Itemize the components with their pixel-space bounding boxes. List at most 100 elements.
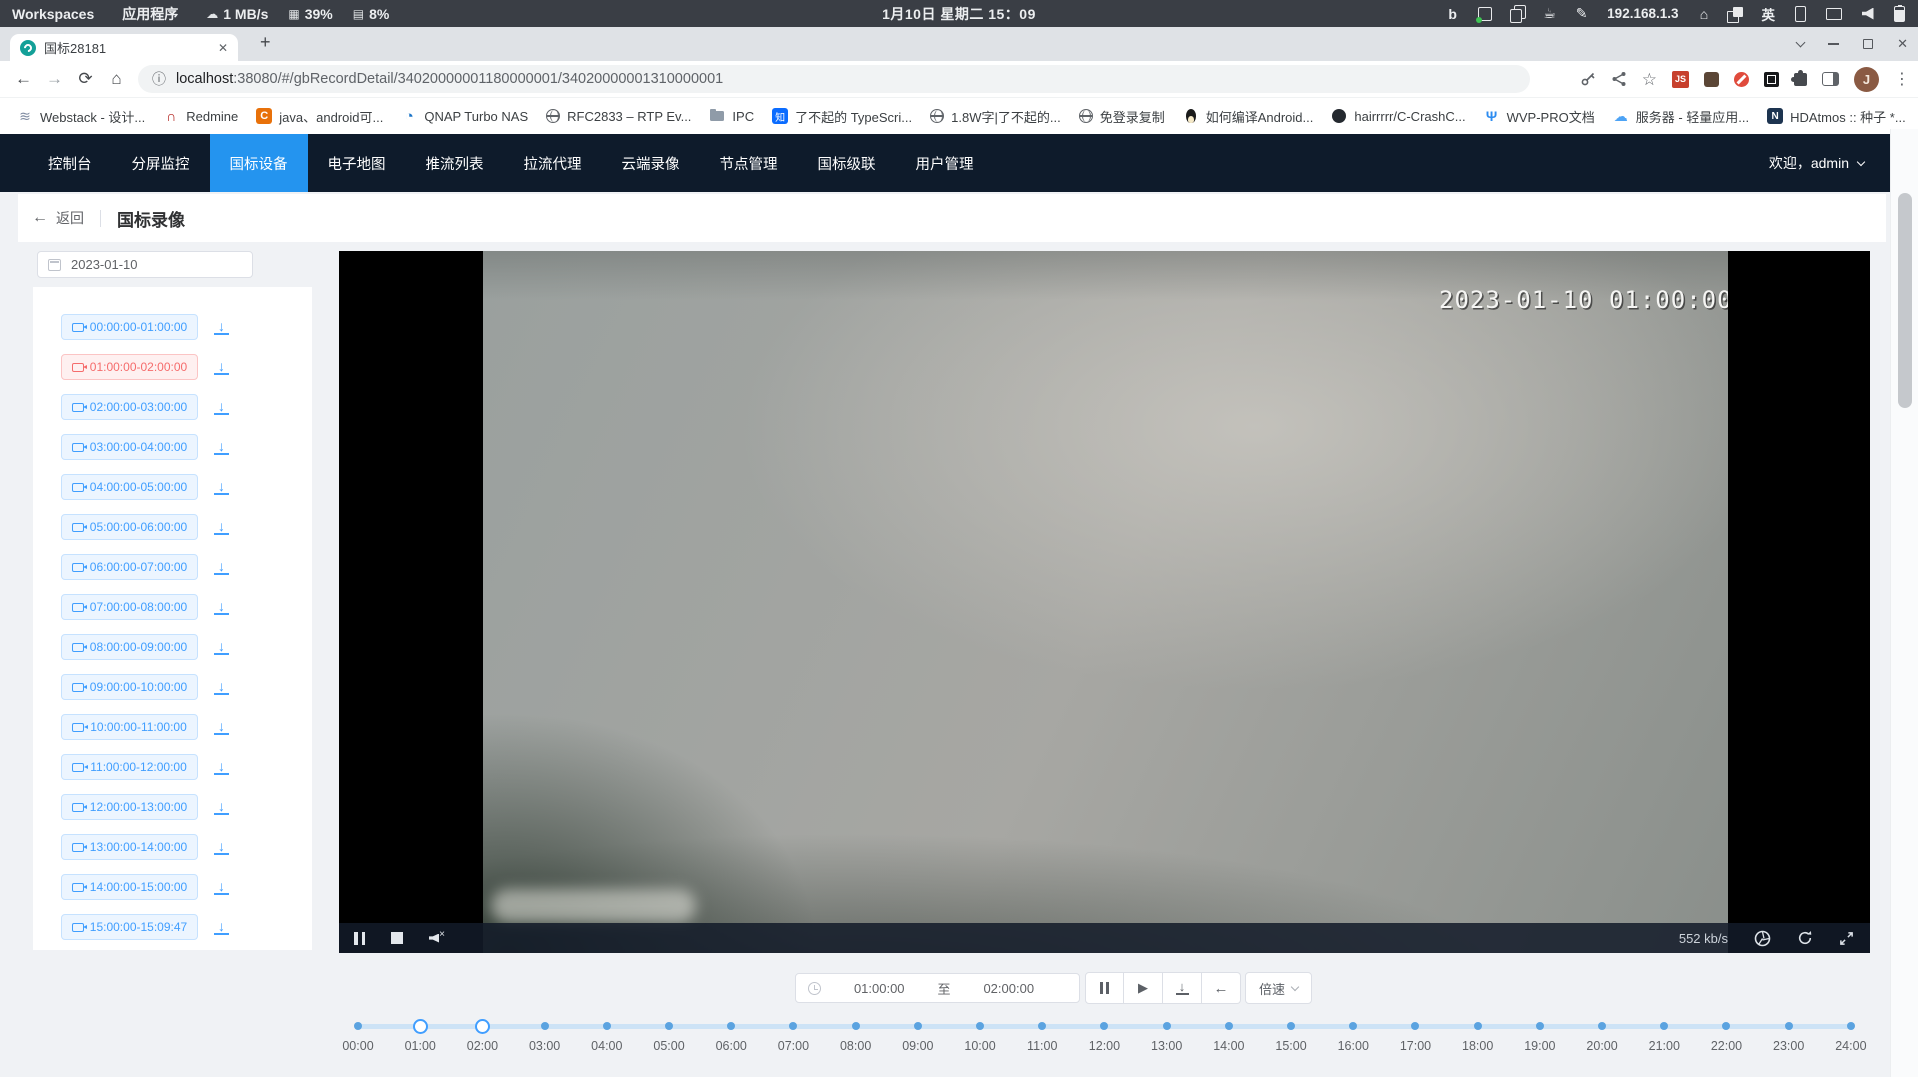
js-extension-icon[interactable]: JS xyxy=(1672,71,1689,88)
tab-close-icon[interactable]: ✕ xyxy=(218,41,228,55)
download-segment-icon[interactable]: ↓ xyxy=(214,640,229,655)
segment-button[interactable]: 12:00:00-13:00:00 xyxy=(61,794,198,820)
download-segment-icon[interactable]: ↓ xyxy=(214,480,229,495)
timeline-hour-dot[interactable] xyxy=(1349,1022,1357,1030)
timeline-hour-dot[interactable] xyxy=(541,1022,549,1030)
download-segment-icon[interactable]: ↓ xyxy=(214,600,229,615)
bookmark-item[interactable]: hairrrrr/C-CrashC... xyxy=(1322,108,1474,124)
chevron-down-icon[interactable] xyxy=(1796,38,1806,48)
timeline-hour-dot[interactable] xyxy=(852,1022,860,1030)
new-tab-button[interactable]: + xyxy=(260,32,271,53)
timeline-hour-dot[interactable] xyxy=(727,1022,735,1030)
playback-speed-button[interactable]: 倍速 xyxy=(1245,972,1312,1004)
segment-button[interactable]: 06:00:00-07:00:00 xyxy=(61,554,198,580)
timeline-hour-dot[interactable] xyxy=(1038,1022,1046,1030)
ip-address[interactable]: 192.168.1.3 xyxy=(1607,5,1678,23)
scrollbar-thumb[interactable] xyxy=(1898,193,1912,408)
timeline-start-handle[interactable] xyxy=(413,1019,428,1034)
forward-button[interactable]: → xyxy=(39,69,70,89)
url-text[interactable]: localhost:38080/#/gbRecordDetail/3402000… xyxy=(176,71,723,87)
segment-button[interactable]: 05:00:00-06:00:00 xyxy=(61,514,198,540)
timeline-hour-dot[interactable] xyxy=(1225,1022,1233,1030)
download-segment-icon[interactable]: ↓ xyxy=(214,360,229,375)
browser-tab[interactable]: 国标28181 ✕ xyxy=(10,34,238,61)
bookmark-item[interactable]: 如何编译Android... xyxy=(1174,107,1323,126)
download-segment-icon[interactable]: ↓ xyxy=(214,720,229,735)
timeline-hour-dot[interactable] xyxy=(665,1022,673,1030)
side-panel-icon[interactable] xyxy=(1822,72,1839,86)
segment-button[interactable]: 00:00:00-01:00:00 xyxy=(61,314,198,340)
timeline-hour-dot[interactable] xyxy=(1847,1022,1855,1030)
segment-button[interactable]: 03:00:00-04:00:00 xyxy=(61,434,198,460)
timeline-hour-dot[interactable] xyxy=(1411,1022,1419,1030)
timeline-hour-dot[interactable] xyxy=(789,1022,797,1030)
segment-button[interactable]: 02:00:00-03:00:00 xyxy=(61,394,198,420)
segment-button[interactable]: 11:00:00-12:00:00 xyxy=(61,754,198,780)
mute-icon[interactable] xyxy=(429,932,444,945)
bookmark-item[interactable]: RFC2833 – RTP Ev... xyxy=(537,109,700,124)
timeline-hour-dot[interactable] xyxy=(1536,1022,1544,1030)
bing-icon[interactable]: b xyxy=(1446,5,1459,23)
download-segment-icon[interactable]: ↓ xyxy=(214,680,229,695)
timeline-hour-dot[interactable] xyxy=(1722,1022,1730,1030)
clipboard-icon[interactable] xyxy=(1511,5,1524,23)
segment-button[interactable]: 14:00:00-15:00:00 xyxy=(61,874,198,900)
clock[interactable]: 1月10日 星期二 15：09 xyxy=(882,4,1036,24)
close-window-button[interactable]: ✕ xyxy=(1897,36,1908,52)
nav-push-stream-list[interactable]: 推流列表 xyxy=(406,134,504,192)
scrollbar[interactable] xyxy=(1890,129,1918,1077)
download-segment-icon[interactable]: ↓ xyxy=(214,320,229,335)
adblocker-icon[interactable] xyxy=(1734,72,1749,87)
bookmark-item[interactable]: ∩ Redmine xyxy=(154,108,247,124)
site-info-icon[interactable]: ⓘ xyxy=(152,69,166,89)
volume-icon[interactable] xyxy=(1861,5,1874,23)
applications-menu[interactable]: 应用程序 xyxy=(122,4,178,24)
refresh-icon[interactable] xyxy=(1797,930,1813,946)
app-indicator-icon[interactable] xyxy=(1478,5,1492,23)
download-segment-icon[interactable]: ↓ xyxy=(214,920,229,935)
user-menu[interactable]: 欢迎，admin xyxy=(1769,153,1864,173)
screenshot-extension-icon[interactable] xyxy=(1764,72,1779,87)
start-time-value[interactable]: 01:00:00 xyxy=(821,981,938,996)
timeline-hour-dot[interactable] xyxy=(1163,1022,1171,1030)
bookmark-item[interactable]: C java、android可... xyxy=(247,107,392,126)
back-button[interactable]: ← xyxy=(8,69,39,89)
download-segment-icon[interactable]: ↓ xyxy=(214,520,229,535)
fullscreen-icon[interactable] xyxy=(1839,931,1854,946)
segment-button[interactable]: 13:00:00-14:00:00 xyxy=(61,834,198,860)
nav-split-monitor[interactable]: 分屏监控 xyxy=(112,134,210,192)
timeline-end-handle[interactable] xyxy=(475,1019,490,1034)
bookmark-item[interactable]: 免登录复制 xyxy=(1070,107,1174,126)
input-method-indicator[interactable]: 英 xyxy=(1762,5,1776,23)
bookmark-star-icon[interactable]: ☆ xyxy=(1642,71,1657,88)
share-icon[interactable] xyxy=(1611,71,1627,87)
bookmark-item[interactable]: IPC xyxy=(700,108,763,124)
video-content[interactable]: 2023-01-10 01:00:00 星期二 xyxy=(483,251,1728,953)
bookmark-item[interactable]: N HDAtmos :: 种子 *... xyxy=(1758,107,1915,126)
timeline-hour-dot[interactable] xyxy=(1100,1022,1108,1030)
bookmark-item[interactable]: ◔ QNAP Turbo NAS xyxy=(392,108,537,124)
timeline-hour-dot[interactable] xyxy=(914,1022,922,1030)
nav-console[interactable]: 控制台 xyxy=(28,134,112,192)
nav-pull-stream-proxy[interactable]: 拉流代理 xyxy=(504,134,602,192)
profile-avatar[interactable]: J xyxy=(1854,67,1879,92)
address-bar[interactable]: ⓘ localhost:38080/#/gbRecordDetail/34020… xyxy=(138,65,1530,93)
pause-button[interactable] xyxy=(1085,972,1124,1004)
timeline-hour-dot[interactable] xyxy=(1660,1022,1668,1030)
nav-cloud-recording[interactable]: 云端录像 xyxy=(602,134,700,192)
back-link[interactable]: ← 返回 xyxy=(32,208,84,228)
end-time-value[interactable]: 02:00:00 xyxy=(951,981,1068,996)
download-segment-icon[interactable]: ↓ xyxy=(214,800,229,815)
pen-icon[interactable]: ✎ xyxy=(1575,5,1588,23)
download-segment-icon[interactable]: ↓ xyxy=(214,400,229,415)
timeline-hour-dot[interactable] xyxy=(354,1022,362,1030)
display-icon[interactable] xyxy=(1826,5,1842,23)
bookmark-item[interactable]: Ψ WVP-PRO文档 xyxy=(1475,107,1604,126)
pause-icon[interactable] xyxy=(354,932,365,945)
stop-icon[interactable] xyxy=(391,932,403,944)
download-segment-icon[interactable]: ↓ xyxy=(214,840,229,855)
timeline-hour-dot[interactable] xyxy=(976,1022,984,1030)
download-segment-icon[interactable]: ↓ xyxy=(214,760,229,775)
timeline-hour-dot[interactable] xyxy=(1287,1022,1295,1030)
snapshot-aperture-icon[interactable] xyxy=(1754,930,1771,947)
